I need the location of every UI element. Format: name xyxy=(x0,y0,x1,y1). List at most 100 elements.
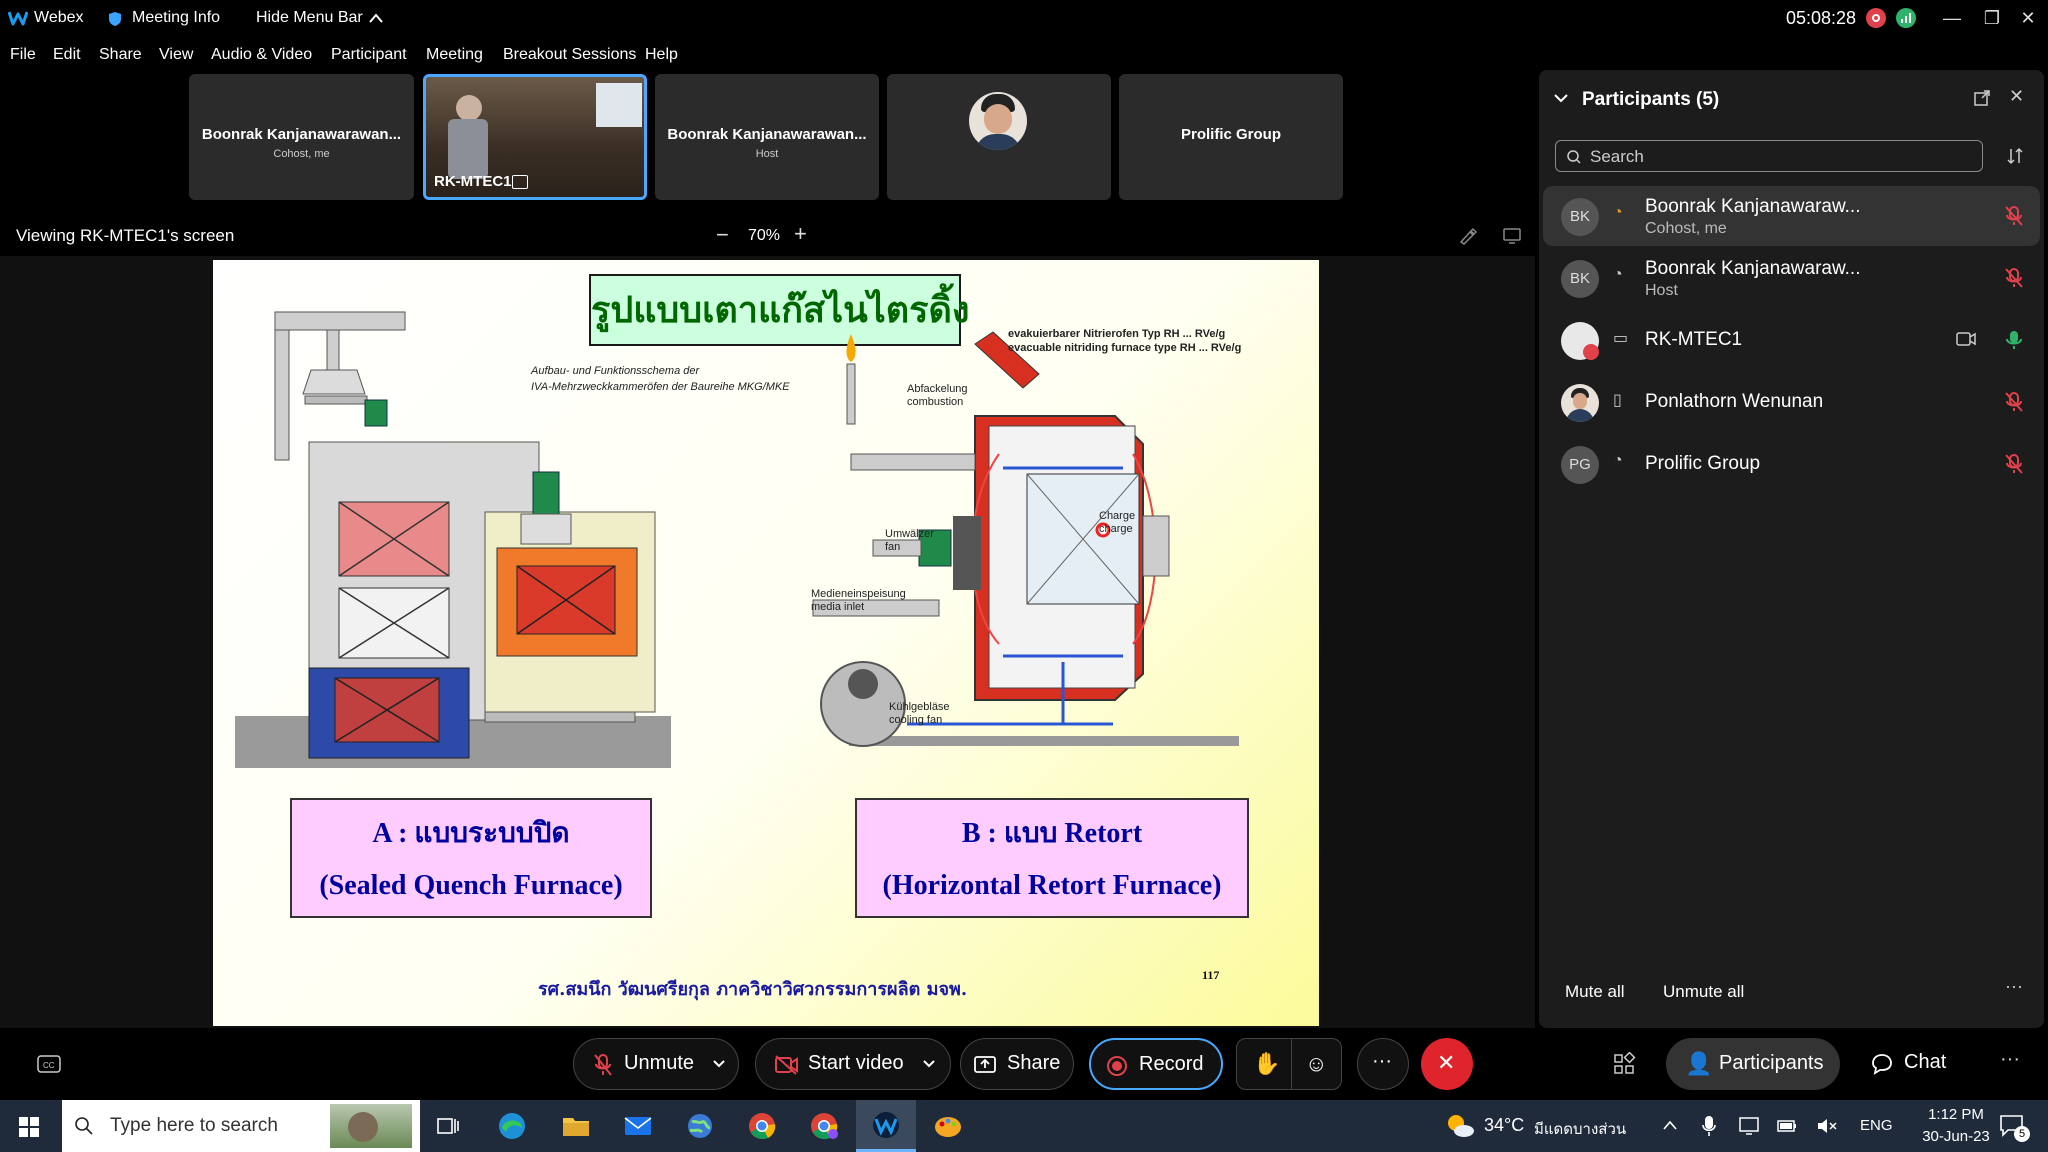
zoom-in-button[interactable]: + xyxy=(794,221,807,247)
minimize-icon[interactable]: — xyxy=(1932,4,1972,32)
chrome-profile-icon[interactable] xyxy=(808,1110,840,1142)
clock-date[interactable]: 30-Jun-23 xyxy=(1906,1128,2006,1145)
avatar: BK xyxy=(1561,260,1599,298)
zoom-level[interactable]: 70% xyxy=(748,227,780,245)
close-icon[interactable]: ✕ xyxy=(2008,4,2048,32)
apps-icon[interactable] xyxy=(1612,1052,1636,1076)
audio-connected-icon: ◔ xyxy=(1613,266,1623,283)
paint-app-icon[interactable] xyxy=(932,1110,964,1142)
menu-participant[interactable]: Participant xyxy=(331,46,407,64)
mic-muted-icon[interactable] xyxy=(2003,266,2025,290)
restore-icon[interactable]: ❐ xyxy=(1972,4,2012,32)
chevron-down-icon[interactable] xyxy=(922,1059,936,1069)
more-button[interactable]: ··· xyxy=(1357,1038,1409,1090)
svg-text:CC: CC xyxy=(43,1061,55,1070)
weather-icon[interactable] xyxy=(1444,1111,1476,1141)
video-off-icon xyxy=(775,1055,798,1075)
hide-menu-bar-button[interactable]: Hide Menu Bar xyxy=(256,9,363,27)
diagram-label: Charge xyxy=(1099,510,1136,522)
menu-share[interactable]: Share xyxy=(99,46,142,64)
mail-icon[interactable] xyxy=(622,1110,654,1142)
chat-label: Chat xyxy=(1904,1051,1947,1073)
meeting-controls: CC Unmute Start video Share Record ✋ ☺ ·… xyxy=(0,1028,2048,1100)
sort-icon[interactable] xyxy=(2005,146,2025,166)
globe-app-icon[interactable] xyxy=(684,1110,716,1142)
pop-out-icon[interactable] xyxy=(1973,89,1991,107)
participant-row[interactable]: ▭ RK-MTEC1 xyxy=(1543,310,2040,370)
mic-muted-icon[interactable] xyxy=(2003,452,2025,476)
tile-name: Boonrak Kanjanawarawan... xyxy=(201,126,402,143)
clock-time[interactable]: 1:12 PM xyxy=(1916,1106,1996,1123)
close-panel-icon[interactable]: ✕ xyxy=(2009,86,2024,107)
edge-browser-icon[interactable] xyxy=(496,1110,528,1142)
diagram-label: media inlet xyxy=(811,601,865,613)
menu-edit[interactable]: Edit xyxy=(53,46,81,64)
network-health-icon[interactable] xyxy=(1896,8,1916,28)
unmute-button[interactable]: Unmute xyxy=(573,1038,739,1090)
windows-start-icon[interactable] xyxy=(18,1116,40,1138)
title-bar: Webex Meeting Info Hide Menu Bar 05:08:2… xyxy=(0,0,2048,38)
search-input[interactable]: Search xyxy=(1555,140,1983,172)
speaker-muted-icon[interactable] xyxy=(1816,1116,1838,1136)
battery-icon[interactable] xyxy=(1776,1117,1798,1135)
menu-breakout-sessions[interactable]: Breakout Sessions xyxy=(503,46,636,64)
participants-button[interactable]: 👤 Participants xyxy=(1666,1038,1840,1090)
display-icon[interactable] xyxy=(1738,1115,1760,1137)
closed-captions-icon[interactable]: CC xyxy=(36,1054,62,1074)
menu-audio-video[interactable]: Audio & Video xyxy=(211,46,312,64)
chevron-down-icon[interactable] xyxy=(712,1059,726,1069)
diagram-label: Umwälzer xyxy=(885,528,934,540)
video-tile[interactable] xyxy=(887,74,1111,200)
participant-row[interactable]: BK ◔ Boonrak Kanjanawaraw... Cohost, me xyxy=(1543,186,2040,246)
raise-hand-icon[interactable]: ✋ xyxy=(1253,1051,1280,1077)
avatar: PG xyxy=(1561,446,1599,484)
video-tile[interactable]: Boonrak Kanjanawarawan... Host xyxy=(655,74,879,200)
menu-view[interactable]: View xyxy=(159,46,193,64)
mic-muted-icon[interactable] xyxy=(2003,204,2025,228)
video-camera-icon[interactable] xyxy=(1955,330,1977,348)
diagram-label: Kühlgebläse xyxy=(889,701,950,713)
chevron-up-icon[interactable] xyxy=(1662,1118,1678,1132)
tile-name: Boonrak Kanjanawarawan... xyxy=(667,126,867,143)
tile-role: Cohost, me xyxy=(273,148,330,160)
meeting-info-button[interactable]: Meeting Info xyxy=(132,9,220,27)
leave-meeting-button[interactable]: ✕ xyxy=(1421,1038,1473,1090)
mic-muted-icon[interactable] xyxy=(2003,390,2025,414)
taskbar-search-box[interactable]: Type here to search xyxy=(62,1100,420,1152)
notifications-button[interactable]: 5 xyxy=(1998,1112,2030,1142)
collapse-chevron-icon[interactable] xyxy=(1553,92,1569,104)
mute-all-button[interactable]: Mute all xyxy=(1565,982,1625,1002)
participant-row[interactable]: ▯ Ponlathorn Wenunan xyxy=(1543,372,2040,432)
chrome-icon[interactable] xyxy=(746,1110,778,1142)
more-options-icon[interactable]: ··· xyxy=(2005,976,2023,997)
menu-meeting[interactable]: Meeting xyxy=(426,46,483,64)
weather-condition[interactable]: มีแดดบางส่วน xyxy=(1534,1117,1626,1141)
people-icon: 👤 xyxy=(1685,1051,1713,1076)
menu-help[interactable]: Help xyxy=(645,46,678,64)
start-video-button[interactable]: Start video xyxy=(755,1038,951,1090)
mic-active-icon[interactable] xyxy=(2003,328,2025,352)
video-tile-active-speaker[interactable]: RK-MTEC1 xyxy=(423,74,647,200)
participant-row[interactable]: BK ◔ Boonrak Kanjanawaraw... Host xyxy=(1543,248,2040,308)
more-options-icon[interactable]: ··· xyxy=(2000,1048,2020,1071)
reactions-icon[interactable]: ☺ xyxy=(1305,1051,1327,1077)
input-language[interactable]: ENG xyxy=(1860,1117,1893,1134)
zoom-out-button[interactable]: − xyxy=(716,222,729,248)
file-explorer-icon[interactable] xyxy=(560,1110,592,1142)
participants-title: Participants (5) xyxy=(1582,89,1720,110)
annotate-icon[interactable] xyxy=(1458,226,1478,246)
microphone-icon[interactable] xyxy=(1700,1114,1718,1138)
record-button[interactable]: Record xyxy=(1089,1038,1223,1090)
task-view-icon[interactable] xyxy=(432,1110,464,1142)
video-tile[interactable]: Boonrak Kanjanawarawan... Cohost, me xyxy=(189,74,414,200)
video-tile[interactable]: Prolific Group xyxy=(1119,74,1343,200)
chevron-up-icon[interactable] xyxy=(368,12,384,24)
view-options-icon[interactable] xyxy=(1502,226,1522,246)
weather-temperature[interactable]: 34°C xyxy=(1484,1115,1524,1136)
webex-taskbar-button[interactable] xyxy=(856,1100,916,1152)
diagram-label: charge xyxy=(1099,523,1133,535)
menu-file[interactable]: File xyxy=(10,46,36,64)
unmute-all-button[interactable]: Unmute all xyxy=(1663,982,1744,1002)
share-button[interactable]: Share xyxy=(960,1038,1074,1090)
participant-row[interactable]: PG ◔ Prolific Group xyxy=(1543,434,2040,494)
